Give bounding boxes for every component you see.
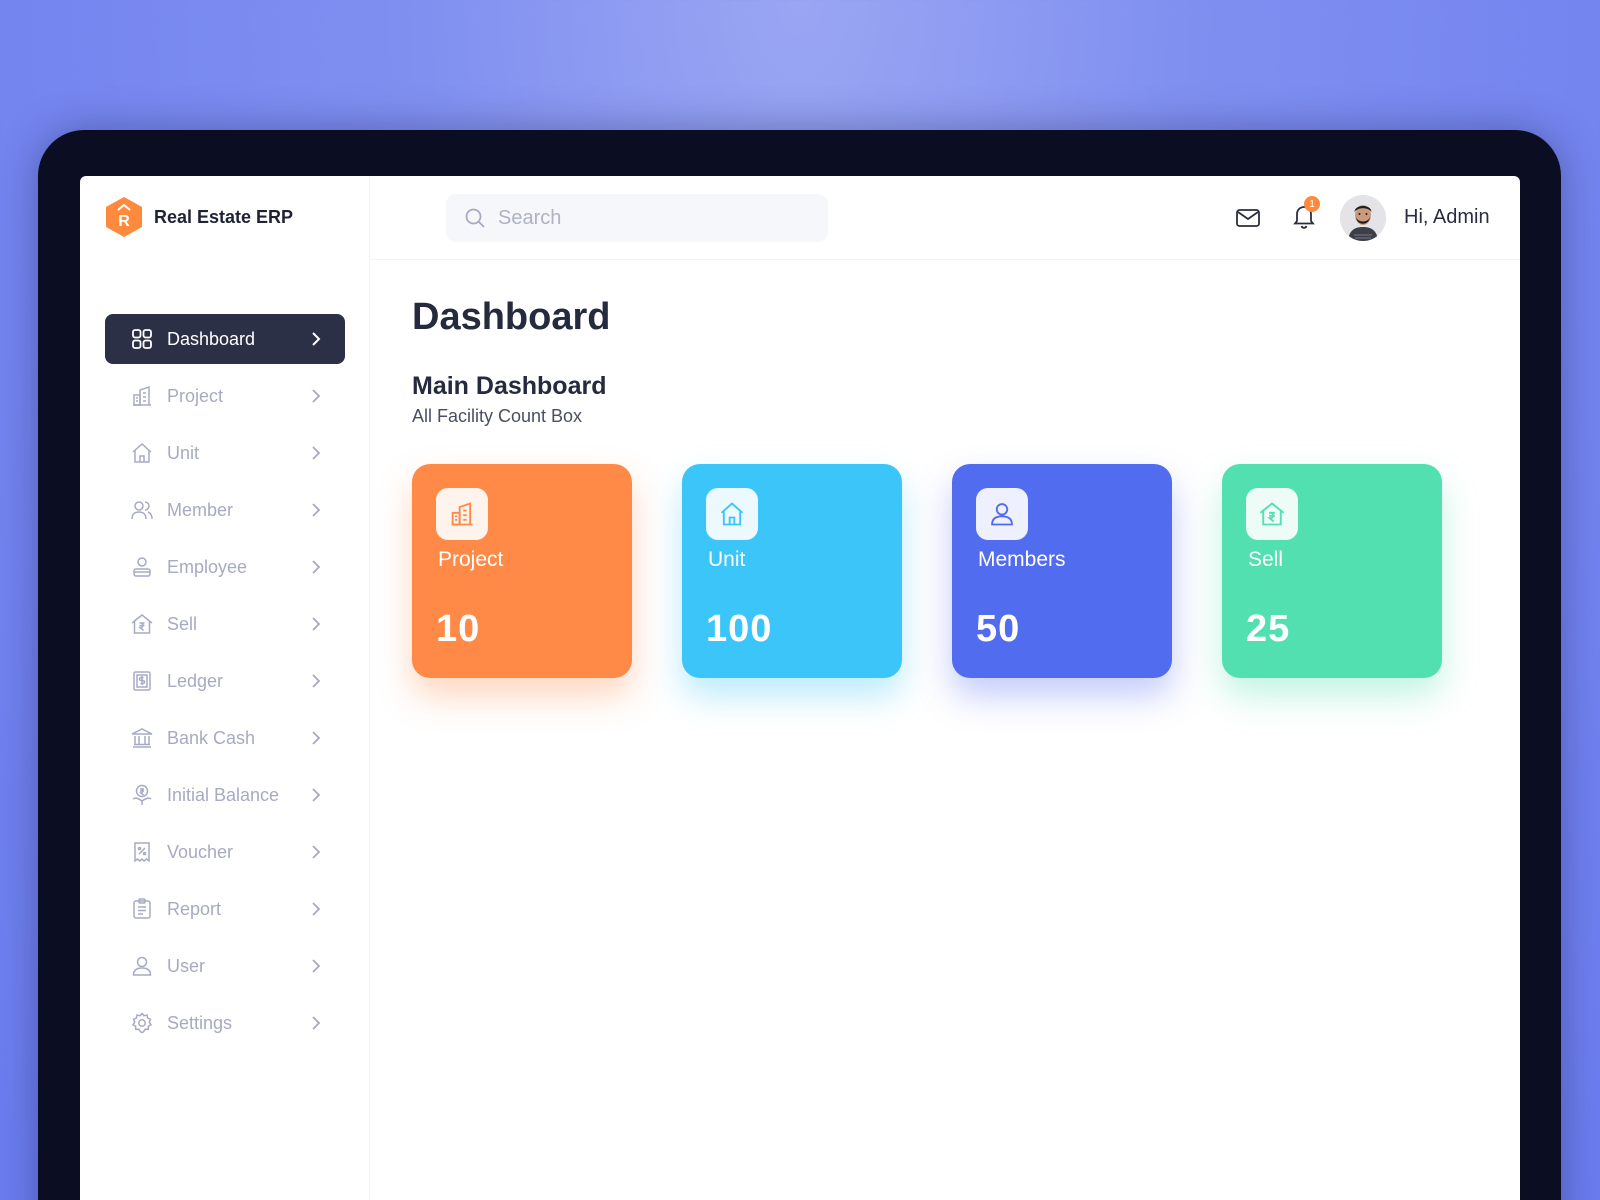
mail-icon[interactable] [1234,204,1262,232]
card-value: 10 [436,608,481,650]
house-rupee-icon [1246,488,1298,540]
app-window: R Real Estate ERP Dashboard Project Unit… [80,176,1520,1200]
sidebar-item-label: Ledger [167,670,224,691]
count-cards: Project 10 Unit 100 Members 50 Sell 25 [412,464,1452,684]
avatar-image [1340,195,1386,241]
sidebar-item-label: Project [167,385,224,406]
card-value: 25 [1246,608,1291,650]
sidebar-item-label: Dashboard [167,328,256,349]
balance-icon [129,782,155,808]
sidebar-item-report[interactable]: Report [105,884,345,934]
chevron-right-icon [312,446,321,460]
avatar[interactable] [1340,195,1386,241]
house-rupee-icon [129,611,155,637]
notification-badge: 1 [1304,196,1320,212]
card-label: Project [438,548,504,571]
report-icon [129,896,155,922]
sidebar-item-label: Voucher [167,841,234,862]
search-icon [465,208,485,228]
sidebar-item-label: Report [167,898,222,919]
chevron-right-icon [312,389,321,403]
card-value: 100 [706,608,773,650]
chevron-right-icon [312,503,321,517]
chevron-right-icon [312,959,321,973]
sidebar-item-project[interactable]: Project [105,371,345,421]
chevron-right-icon [312,560,321,574]
card-label: Unit [708,548,746,571]
sidebar-item-label: Sell [167,613,198,634]
card-unit[interactable]: Unit 100 [682,464,902,678]
sidebar-item-label: Employee [167,556,248,577]
users-icon [129,497,155,523]
chevron-right-icon [312,731,321,745]
sidebar-item-label: Settings [167,1012,233,1033]
sidebar-item-user[interactable]: User [105,941,345,991]
bank-icon [129,725,155,751]
topbar: 1 Hi, Admin [370,176,1520,260]
app-name: Real Estate ERP [154,206,294,227]
ledger-icon [129,668,155,694]
chevron-right-icon [312,617,321,631]
grid-icon [129,326,155,352]
sidebar-item-member[interactable]: Member [105,485,345,535]
sidebar-item-label: Initial Balance [167,784,280,805]
sidebar-item-unit[interactable]: Unit [105,428,345,478]
chevron-right-icon [312,902,321,916]
sidebar-item-settings[interactable]: Settings [105,998,345,1048]
card-label: Members [978,548,1066,571]
card-sell[interactable]: Sell 25 [1222,464,1442,678]
section-subtitle: All Facility Count Box [412,406,583,426]
sidebar-item-dashboard[interactable]: Dashboard [105,314,345,364]
sidebar-item-label: Unit [167,442,200,463]
sidebar-item-bank-cash[interactable]: Bank Cash [105,713,345,763]
logo-icon: R [106,197,142,237]
search-input[interactable] [498,206,798,230]
page-title: Dashboard [412,296,611,338]
chevron-right-icon [312,788,321,802]
card-project[interactable]: Project 10 [412,464,632,678]
brand[interactable]: R Real Estate ERP [104,196,293,238]
sidebar-item-ledger[interactable]: Ledger [105,656,345,706]
building-icon [129,383,155,409]
user-icon [129,953,155,979]
employee-icon [129,554,155,580]
chevron-right-icon [312,1016,321,1030]
sidebar-item-label: User [167,955,206,976]
logo-letter: R [118,213,130,230]
sidebar-item-voucher[interactable]: Voucher [105,827,345,877]
gear-icon [129,1010,155,1036]
chevron-right-icon [312,332,321,346]
search-box [446,194,828,242]
home-icon [129,440,155,466]
sidebar-item-label: Bank Cash [167,727,256,748]
sidebar-item-initial-balance[interactable]: Initial Balance [105,770,345,820]
voucher-icon [129,839,155,865]
section-title: Main Dashboard [412,372,607,400]
chevron-right-icon [312,845,321,859]
sidebar-item-employee[interactable]: Employee [105,542,345,592]
home-icon [706,488,758,540]
sidebar-item-sell[interactable]: Sell [105,599,345,649]
card-label: Sell [1248,548,1284,571]
user-icon [976,488,1028,540]
sidebar-item-label: Member [167,499,234,520]
chevron-right-icon [312,674,321,688]
sidebar-nav: Dashboard Project Unit Member Employee S… [105,314,345,1055]
sidebar: R Real Estate ERP Dashboard Project Unit… [80,176,370,1200]
card-members[interactable]: Members 50 [952,464,1172,678]
building-icon [436,488,488,540]
user-greeting[interactable]: Hi, Admin [1404,206,1490,229]
card-value: 50 [976,608,1021,650]
